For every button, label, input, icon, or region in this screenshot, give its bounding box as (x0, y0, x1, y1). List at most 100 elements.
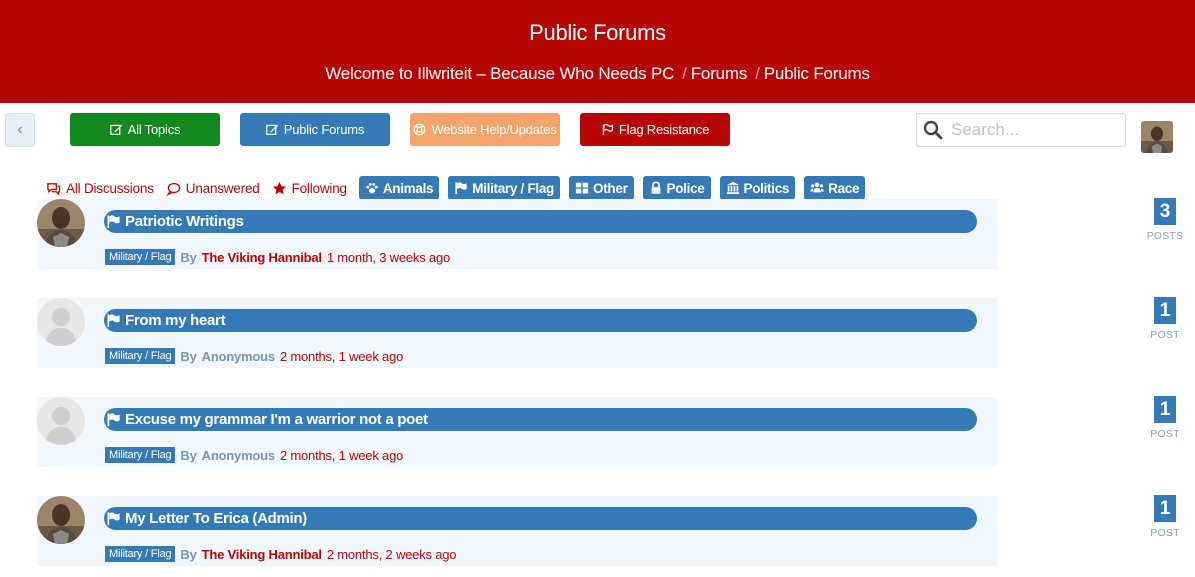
breadcrumb-forums[interactable]: Forums (691, 64, 748, 83)
all-topics-label: All Topics (127, 122, 181, 137)
public-forums-button[interactable]: Public Forums (240, 113, 390, 146)
page-title: Public Forums (529, 20, 666, 45)
paw-icon (366, 183, 378, 194)
author-avatar[interactable] (37, 496, 85, 544)
category-politics[interactable]: Politics (719, 176, 796, 200)
edit-icon (109, 124, 122, 135)
breadcrumb-home[interactable]: Welcome to Illwriteit – Because Who Need… (325, 64, 674, 83)
flag-icon (455, 182, 467, 195)
topic-time[interactable]: 2 months, 2 weeks ago (327, 547, 457, 562)
avatar-image (37, 496, 85, 544)
topic-category-tag[interactable]: Military / Flag (105, 249, 176, 265)
lock-icon (651, 181, 660, 194)
topic-author-link[interactable]: The Viking Hannibal (202, 547, 322, 562)
category-military-flag[interactable]: Military / Flag (448, 176, 561, 200)
by-label: By (180, 348, 197, 364)
avatar-image (1141, 121, 1173, 153)
author-avatar[interactable] (37, 298, 85, 346)
post-count: 3 POSTS (1135, 198, 1195, 242)
topic-row[interactable]: My Letter To Erica (Admin) Military / Fl… (37, 496, 997, 566)
post-count-number: 1 (1154, 495, 1176, 522)
category-animals[interactable]: Animals (358, 176, 440, 200)
topic-time[interactable]: 2 months, 1 week ago (280, 448, 403, 463)
filter-following[interactable]: Following (272, 181, 347, 196)
breadcrumb: Welcome to Illwriteit – Because Who Need… (0, 64, 1195, 84)
by-label: By (180, 447, 197, 463)
breadcrumb-current: Public Forums (763, 64, 870, 83)
category-race[interactable]: Race (804, 176, 866, 200)
back-button[interactable]: ‹ (5, 113, 35, 147)
topic-category-tag[interactable]: Military / Flag (105, 546, 176, 562)
search-box (916, 113, 1126, 147)
topic-time[interactable]: 1 month, 3 weeks ago (327, 250, 450, 265)
topic-meta: Military / Flag By Anonymous 2 months, 1… (105, 447, 403, 463)
topic-title-bar[interactable]: Patriotic Writings (104, 210, 977, 233)
flag-icon (107, 512, 120, 526)
topic-title-bar[interactable]: From my heart (104, 309, 977, 332)
post-count: 1 POST (1135, 396, 1195, 440)
category-police-label: Police (666, 180, 705, 196)
topic-category-tag[interactable]: Military / Flag (105, 348, 176, 364)
institution-icon (726, 181, 739, 194)
website-help-button[interactable]: Website Help/Updates (410, 113, 560, 146)
search-icon (923, 120, 943, 140)
post-count-number: 1 (1154, 297, 1176, 324)
filter-unanswered[interactable]: Unanswered (165, 180, 260, 196)
default-avatar-icon (37, 397, 85, 445)
filter-following-label: Following (291, 180, 347, 196)
post-count: 1 POST (1135, 297, 1195, 341)
flag-icon (107, 314, 120, 328)
category-race-label: Race (828, 180, 860, 196)
post-count-label: POSTS (1146, 230, 1184, 242)
comments-icon (47, 182, 61, 196)
grid-icon (575, 182, 589, 194)
topic-row[interactable]: Patriotic Writings Military / Flag By Th… (37, 199, 997, 269)
author-avatar[interactable] (37, 397, 85, 445)
filter-unanswered-label: Unanswered (185, 180, 260, 196)
author-avatar[interactable] (37, 199, 85, 247)
topic-time[interactable]: 2 months, 1 week ago (280, 349, 403, 364)
topic-row[interactable]: From my heart Military / Flag By Anonymo… (37, 298, 997, 368)
topic-author-link[interactable]: The Viking Hannibal (202, 250, 322, 265)
topic-title-bar[interactable]: My Letter To Erica (Admin) (104, 507, 977, 530)
topic-title: My Letter To Erica (Admin) (125, 510, 307, 527)
filter-bar: All Discussions Unanswered Following Ani… (46, 176, 874, 200)
post-count-number: 1 (1154, 396, 1176, 423)
category-animals-label: Animals (382, 180, 434, 196)
flag-outline-icon (602, 124, 613, 136)
flag-resistance-button[interactable]: Flag Resistance (580, 113, 730, 146)
topic-title-bar[interactable]: Excuse my grammar I'm a warrior not a po… (104, 408, 977, 431)
public-forums-label: Public Forums (283, 122, 365, 137)
category-other[interactable]: Other (569, 176, 634, 200)
breadcrumb-separator: / (682, 64, 687, 83)
user-avatar[interactable] (1141, 121, 1173, 153)
page-header: Public Forums Welcome to Illwriteit – Be… (0, 0, 1195, 103)
post-count: 1 POST (1135, 495, 1195, 539)
edit-icon (265, 124, 278, 135)
topic-author: Anonymous (201, 447, 276, 463)
category-police[interactable]: Police (642, 176, 711, 200)
flag-icon (107, 215, 120, 229)
topic-meta: Military / Flag By The Viking Hannibal 2… (105, 546, 457, 562)
life-ring-icon (414, 123, 426, 136)
all-topics-button[interactable]: All Topics (70, 113, 220, 146)
filter-all-discussions[interactable]: All Discussions (46, 181, 154, 196)
flag-resistance-label: Flag Resistance (618, 122, 710, 137)
topic-author: Anonymous (201, 348, 276, 364)
topic-title: Patriotic Writings (125, 213, 244, 230)
category-military-flag-label: Military / Flag (472, 180, 555, 196)
users-icon (810, 182, 824, 193)
topic-title: From my heart (125, 312, 226, 329)
category-other-label: Other (593, 180, 628, 196)
topic-category-tag[interactable]: Military / Flag (105, 447, 176, 463)
post-count-number: 3 (1154, 198, 1176, 225)
search-input[interactable] (951, 120, 1111, 140)
topic-meta: Military / Flag By The Viking Hannibal 1… (105, 249, 450, 265)
topic-row[interactable]: Excuse my grammar I'm a warrior not a po… (37, 397, 997, 467)
post-count-label: POST (1150, 527, 1180, 539)
post-count-label: POST (1150, 329, 1180, 341)
website-help-label: Website Help/Updates (431, 122, 557, 137)
chevron-left-icon: ‹ (17, 121, 23, 138)
filter-all-discussions-label: All Discussions (66, 180, 154, 196)
topic-meta: Military / Flag By Anonymous 2 months, 1… (105, 348, 403, 364)
